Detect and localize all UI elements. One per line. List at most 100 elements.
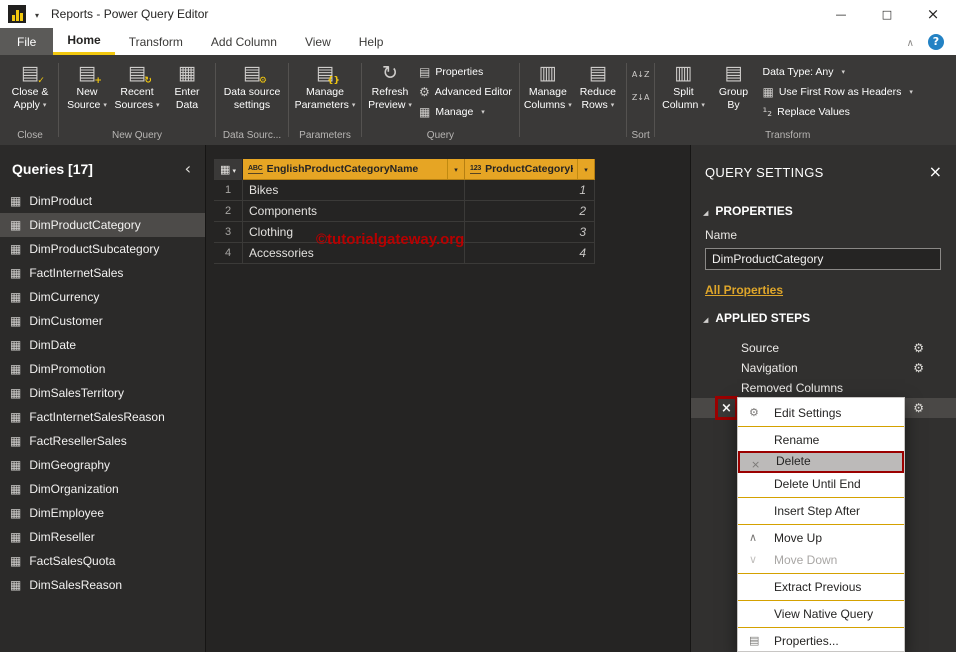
menu-item-properties[interactable]: Properties...: [738, 630, 904, 652]
all-properties-link[interactable]: All Properties: [691, 270, 956, 299]
menu-separator: [738, 524, 904, 525]
query-item[interactable]: DimSalesReason: [0, 573, 205, 597]
gear-overlay-icon: [259, 70, 267, 88]
reduce-rows-button[interactable]: Reduce Rows: [573, 60, 623, 113]
braces-overlay-icon: [327, 70, 340, 88]
tab-transform[interactable]: Transform: [115, 28, 197, 55]
step-context-menu: Edit Settings Rename Delete Delete Until…: [737, 397, 905, 652]
group-by-button[interactable]: Group By: [708, 60, 758, 113]
step-settings-gear-icon[interactable]: [913, 361, 924, 375]
menu-item-edit-settings[interactable]: Edit Settings: [738, 402, 904, 424]
sort-ascending-icon[interactable]: [632, 64, 650, 82]
data-type-button[interactable]: Data Type: Any: [762, 62, 912, 81]
filter-dropdown-button[interactable]: [577, 159, 594, 179]
group-label-empty: [520, 129, 626, 145]
menu-item-move-up[interactable]: Move Up: [738, 527, 904, 549]
enter-data-icon: [178, 64, 196, 84]
delete-step-icon[interactable]: [721, 401, 732, 416]
cell-category-key[interactable]: 3: [465, 222, 595, 243]
menu-item-insert-step-after[interactable]: Insert Step After: [738, 500, 904, 522]
collapse-pane-icon[interactable]: [185, 159, 191, 179]
applied-steps-section-header[interactable]: APPLIED STEPS: [691, 299, 956, 331]
ribbon-group-columns-rows: Manage Columns Reduce Rows: [520, 55, 626, 145]
query-item[interactable]: DimEmployee: [0, 501, 205, 525]
query-item[interactable]: DimReseller: [0, 525, 205, 549]
column-header-english-product-category-name[interactable]: ABC EnglishProductCategoryName: [243, 159, 465, 180]
use-first-row-as-headers-button[interactable]: Use First Row as Headers: [762, 82, 912, 101]
query-item[interactable]: FactInternetSales: [0, 261, 205, 285]
collapse-ribbon-icon[interactable]: [907, 33, 914, 51]
table-row[interactable]: 2 Components 2: [214, 201, 595, 222]
table-icon: [10, 410, 21, 424]
replace-values-button[interactable]: Replace Values: [762, 102, 912, 121]
query-item[interactable]: DimProductSubcategory: [0, 237, 205, 261]
recent-sources-button[interactable]: Recent Sources: [112, 60, 162, 113]
cell-category-key[interactable]: 2: [465, 201, 595, 222]
step-removed-columns[interactable]: Removed Columns: [691, 378, 956, 398]
query-item[interactable]: DimCurrency: [0, 285, 205, 309]
query-item[interactable]: FactSalesQuota: [0, 549, 205, 573]
cell-category-name[interactable]: Bikes: [243, 180, 465, 201]
properties-section-header[interactable]: PROPERTIES: [691, 192, 956, 224]
cell-category-name[interactable]: Components: [243, 201, 465, 222]
menu-separator: [738, 627, 904, 628]
data-source-settings-button[interactable]: Data source settings: [219, 60, 285, 113]
menu-item-delete-until-end[interactable]: Delete Until End: [738, 473, 904, 495]
manage-parameters-button[interactable]: Manage Parameters: [292, 60, 358, 113]
menu-item-view-native-query[interactable]: View Native Query: [738, 603, 904, 625]
query-item[interactable]: FactResellerSales: [0, 429, 205, 453]
query-item[interactable]: DimProduct: [0, 189, 205, 213]
menu-item-delete[interactable]: Delete: [738, 451, 904, 473]
close-window-button[interactable]: [910, 0, 956, 28]
close-panel-icon[interactable]: [929, 162, 942, 182]
power-bi-logo-icon: [8, 5, 26, 23]
query-item[interactable]: DimCustomer: [0, 309, 205, 333]
step-navigation[interactable]: Navigation: [691, 358, 956, 378]
enter-data-button[interactable]: Enter Data: [162, 60, 212, 113]
close-and-apply-button[interactable]: Close & Apply: [5, 60, 55, 113]
sort-descending-icon[interactable]: [632, 87, 650, 105]
step-settings-gear-icon[interactable]: [913, 341, 924, 355]
new-source-icon: [78, 64, 96, 84]
menu-item-rename[interactable]: Rename: [738, 429, 904, 451]
cell-category-key[interactable]: 1: [465, 180, 595, 201]
column-header-product-category-key[interactable]: 123 ProductCategoryKey: [465, 159, 595, 180]
new-source-button[interactable]: New Source: [62, 60, 112, 113]
quick-access-dropdown-icon[interactable]: [35, 5, 39, 23]
step-source[interactable]: Source: [691, 338, 956, 358]
properties-button[interactable]: Properties: [419, 62, 512, 81]
query-item[interactable]: DimGeography: [0, 453, 205, 477]
table-row[interactable]: 1 Bikes 1: [214, 180, 595, 201]
dropdown-caret-icon: [906, 86, 913, 98]
refresh-preview-button[interactable]: Refresh Preview: [365, 60, 415, 113]
advanced-editor-button[interactable]: Advanced Editor: [419, 82, 512, 101]
table-icon: [10, 242, 21, 256]
tab-view[interactable]: View: [291, 28, 345, 55]
step-settings-gear-icon[interactable]: [913, 401, 924, 415]
cell-category-key[interactable]: 4: [465, 243, 595, 264]
split-column-button[interactable]: Split Column: [658, 60, 708, 113]
filter-dropdown-button[interactable]: [447, 159, 464, 179]
dropdown-caret-icon: [100, 99, 107, 111]
menu-separator: [738, 573, 904, 574]
tab-help[interactable]: Help: [345, 28, 398, 55]
query-item[interactable]: DimOrganization: [0, 477, 205, 501]
tab-home[interactable]: Home: [53, 28, 114, 55]
refresh-preview-icon: [382, 64, 398, 84]
query-name-input[interactable]: [705, 248, 941, 270]
data-preview-canvas: ABC EnglishProductCategoryName 123 Produ…: [205, 145, 690, 652]
manage-button[interactable]: Manage: [419, 102, 512, 121]
minimize-button[interactable]: [818, 0, 864, 28]
query-item[interactable]: FactInternetSalesReason: [0, 405, 205, 429]
query-item[interactable]: DimSalesTerritory: [0, 381, 205, 405]
query-item-selected[interactable]: DimProductCategory: [0, 213, 205, 237]
manage-columns-button[interactable]: Manage Columns: [523, 60, 573, 113]
select-all-corner-button[interactable]: [214, 159, 243, 180]
menu-item-extract-previous[interactable]: Extract Previous: [738, 576, 904, 598]
help-icon[interactable]: [928, 34, 944, 50]
query-item[interactable]: DimDate: [0, 333, 205, 357]
tab-file[interactable]: File: [0, 28, 53, 55]
query-item[interactable]: DimPromotion: [0, 357, 205, 381]
tab-add-column[interactable]: Add Column: [197, 28, 291, 55]
maximize-button[interactable]: [864, 0, 910, 28]
